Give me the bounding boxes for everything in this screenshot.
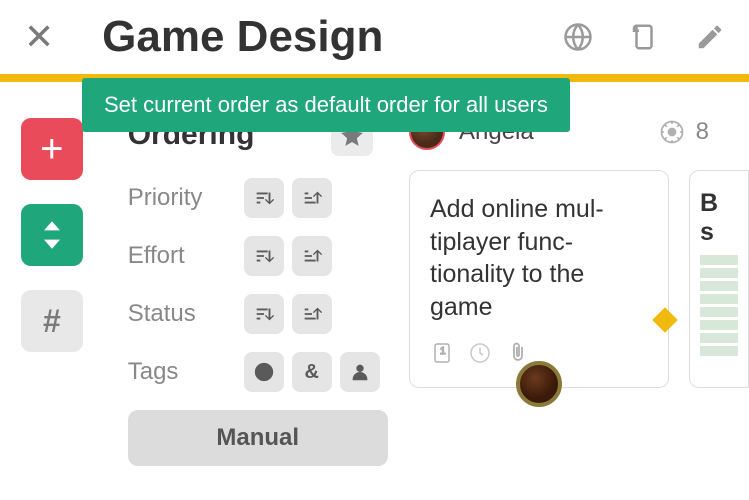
- manual-button[interactable]: Manual: [128, 410, 388, 466]
- card-avatar: [516, 361, 562, 407]
- sort-desc-button[interactable]: [244, 294, 284, 334]
- svg-text:1: 1: [440, 346, 446, 357]
- card-title: Bs: [700, 189, 738, 247]
- scroll-icon[interactable]: [629, 22, 659, 52]
- badge-count: 8: [696, 118, 709, 146]
- sort-asc-button[interactable]: [292, 236, 332, 276]
- order-label: Priority: [128, 184, 234, 212]
- attachment-icon: [506, 341, 530, 365]
- hash-button[interactable]: #: [21, 290, 83, 352]
- card-icon-1: 1: [430, 341, 454, 365]
- badge-icon: [658, 118, 686, 146]
- tag-amp-button[interactable]: &: [292, 352, 332, 392]
- tag-person-button[interactable]: [340, 352, 380, 392]
- order-label: Status: [128, 300, 234, 328]
- order-label: Effort: [128, 242, 234, 270]
- tooltip: Set current order as default order for a…: [82, 78, 570, 132]
- sort-button[interactable]: [21, 204, 83, 266]
- sort-desc-button[interactable]: [244, 178, 284, 218]
- tag-globe-button[interactable]: [244, 352, 284, 392]
- card[interactable]: Add online mul­tiplayer func­tionality t…: [409, 170, 669, 388]
- globe-icon[interactable]: [563, 22, 593, 52]
- close-button[interactable]: ✕: [24, 16, 54, 58]
- order-label: Tags: [128, 358, 234, 386]
- clock-icon: [468, 341, 492, 365]
- sort-asc-button[interactable]: [292, 178, 332, 218]
- card-preview-lines: [700, 255, 738, 356]
- add-button[interactable]: +: [21, 118, 83, 180]
- card[interactable]: Bs: [689, 170, 749, 388]
- diamond-indicator: [652, 307, 677, 332]
- card-title: Add online mul­tiplayer func­tionality t…: [430, 193, 648, 323]
- page-title: Game Design: [102, 12, 555, 62]
- sort-desc-button[interactable]: [244, 236, 284, 276]
- sort-asc-button[interactable]: [292, 294, 332, 334]
- pencil-icon[interactable]: [695, 22, 725, 52]
